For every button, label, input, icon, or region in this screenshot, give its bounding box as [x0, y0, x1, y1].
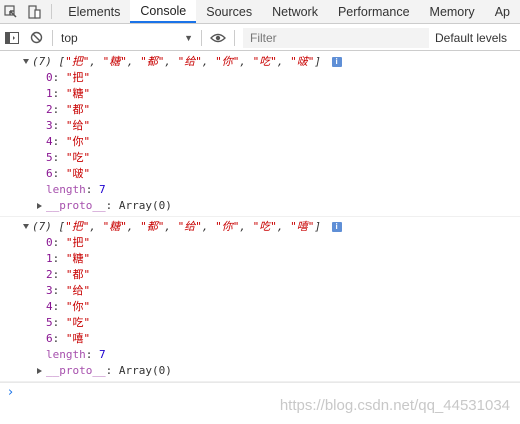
- length-row: length: 7: [46, 183, 106, 196]
- array-summary[interactable]: (7) ["把", "糖", "都", "给", "你", "吃", "嘻"] …: [0, 219, 520, 235]
- proto-value: Array(0): [118, 364, 172, 377]
- array-item-row: 5: "吃": [46, 316, 91, 329]
- filter-box[interactable]: [243, 27, 429, 48]
- array-item-value: 给: [72, 119, 84, 132]
- context-selector[interactable]: top ▼: [57, 28, 197, 48]
- array-summary[interactable]: (7) ["把", "糖", "都", "给", "你", "吃", "啵"] …: [0, 54, 520, 70]
- length-key: length: [46, 348, 86, 361]
- tab-elements[interactable]: Elements: [58, 0, 130, 23]
- array-item-row: 1: "糖": [46, 87, 91, 100]
- proto-key: __proto__: [46, 199, 106, 212]
- tab-memory[interactable]: Memory: [420, 0, 485, 23]
- array-item-row: 6: "啵": [46, 167, 91, 180]
- array-length-prefix: (7): [32, 220, 52, 233]
- expand-arrow-icon[interactable]: [37, 203, 42, 209]
- array-item-row: 2: "都": [46, 103, 91, 116]
- inspect-element-icon[interactable]: [0, 0, 23, 24]
- watermark: https://blog.csdn.net/qq_44531034: [279, 397, 510, 414]
- array-item-value: 啵: [72, 167, 84, 180]
- array-preview-item: 糖: [109, 220, 121, 233]
- sidebar-toggle-icon[interactable]: [0, 26, 24, 50]
- log-levels-dropdown[interactable]: Default levels: [435, 31, 507, 45]
- array-item-value: 给: [72, 284, 84, 297]
- console-entry: (7) ["把", "糖", "都", "给", "你", "吃", "啵"] …: [0, 52, 520, 217]
- clear-console-icon[interactable]: [24, 26, 48, 50]
- info-icon[interactable]: i: [331, 222, 342, 232]
- console-toolbar: top ▼ Default levels: [0, 25, 520, 51]
- toolbar-divider: [234, 29, 235, 46]
- array-item-value: 你: [72, 300, 84, 313]
- array-item-value: 吃: [72, 316, 84, 329]
- array-preview-item: 吃: [259, 220, 271, 233]
- array-item-value: 你: [72, 135, 84, 148]
- array-preview-item: 吃: [259, 55, 271, 68]
- proto-value: Array(0): [118, 199, 172, 212]
- array-item-value: 嘻: [72, 332, 84, 345]
- array-item-value: 糖: [72, 252, 84, 265]
- array-item-value: 把: [72, 236, 84, 249]
- length-row: length: 7: [46, 348, 106, 361]
- proto-row[interactable]: __proto__: Array(0): [0, 363, 520, 379]
- filter-input[interactable]: [250, 30, 422, 45]
- toolbar-divider: [201, 29, 202, 46]
- array-item-value: 把: [72, 71, 84, 84]
- tab-console[interactable]: Console: [130, 0, 197, 23]
- toolbar-divider: [51, 4, 53, 19]
- array-item-row: 4: "你": [46, 300, 91, 313]
- array-preview-item: 把: [71, 55, 83, 68]
- array-item-row: 3: "给": [46, 119, 91, 132]
- info-icon[interactable]: i: [331, 57, 342, 67]
- live-expression-eye-icon[interactable]: [206, 26, 230, 50]
- array-item-row: 0: "把": [46, 71, 91, 84]
- array-item-row: 3: "给": [46, 284, 91, 297]
- array-preview-item: 把: [71, 220, 83, 233]
- proto-row[interactable]: __proto__: Array(0): [0, 198, 520, 214]
- length-value: 7: [99, 183, 106, 196]
- array-preview-item: 都: [146, 55, 158, 68]
- array-item-row: 2: "都": [46, 268, 91, 281]
- length-key: length: [46, 183, 86, 196]
- devtools-tabbar: Elements Console Sources Network Perform…: [0, 0, 520, 24]
- dropdown-arrow-icon: ▼: [184, 32, 193, 43]
- tab-performance[interactable]: Performance: [328, 0, 420, 23]
- array-item-row: 5: "吃": [46, 151, 91, 164]
- prompt-chevron-icon: ›: [8, 385, 14, 400]
- array-preview-item: 给: [184, 55, 196, 68]
- array-item-value: 糖: [72, 87, 84, 100]
- tab-application[interactable]: Ap: [485, 0, 520, 23]
- array-item-row: 4: "你": [46, 135, 91, 148]
- array-preview-item: 你: [221, 220, 233, 233]
- array-preview-item: 给: [184, 220, 196, 233]
- array-length-prefix: (7): [32, 55, 52, 68]
- array-preview-item: 嘻: [296, 220, 308, 233]
- array-item-value: 都: [72, 103, 84, 116]
- expand-arrow-icon[interactable]: [37, 368, 42, 374]
- length-value: 7: [99, 348, 106, 361]
- expand-arrow-icon[interactable]: [23, 59, 29, 64]
- array-item-row: 0: "把": [46, 236, 91, 249]
- array-preview-item: 都: [146, 220, 158, 233]
- tab-sources[interactable]: Sources: [196, 0, 262, 23]
- array-preview-item: 啵: [296, 55, 308, 68]
- array-item-row: 1: "糖": [46, 252, 91, 265]
- console-output: (7) ["把", "糖", "都", "给", "你", "吃", "啵"] …: [0, 52, 520, 424]
- array-item-value: 都: [72, 268, 84, 281]
- console-entry: (7) ["把", "糖", "都", "给", "你", "吃", "嘻"] …: [0, 217, 520, 382]
- proto-key: __proto__: [46, 364, 106, 377]
- tab-network[interactable]: Network: [262, 0, 328, 23]
- toolbar-divider: [52, 29, 53, 46]
- array-preview-item: 糖: [109, 55, 121, 68]
- device-toolbar-icon[interactable]: [23, 0, 46, 24]
- array-preview-item: 你: [221, 55, 233, 68]
- array-item-row: 6: "嘻": [46, 332, 91, 345]
- context-selector-value: top: [61, 30, 78, 45]
- expand-arrow-icon[interactable]: [23, 224, 29, 229]
- array-item-value: 吃: [72, 151, 84, 164]
